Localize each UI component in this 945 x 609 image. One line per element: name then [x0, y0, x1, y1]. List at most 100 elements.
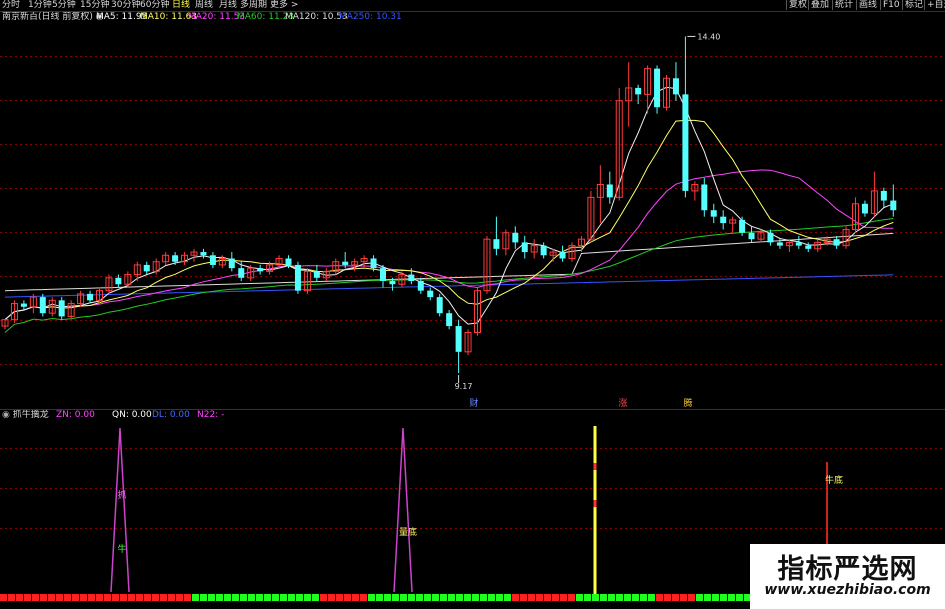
signal-block — [448, 594, 455, 601]
toolbar-button-2[interactable]: 统计 — [832, 0, 855, 10]
ma120-line — [4, 232, 894, 292]
candle-body — [805, 245, 812, 249]
signal-block — [592, 594, 599, 601]
candle-body — [436, 297, 443, 314]
signal-block — [488, 594, 495, 601]
signal-block — [240, 594, 247, 601]
toolbar-button-4[interactable]: F10 — [880, 0, 902, 10]
candle-body — [861, 203, 868, 214]
signal-block — [56, 594, 63, 601]
toolbar-button-5[interactable]: 标记 — [902, 0, 925, 10]
signal-block — [608, 594, 615, 601]
signal-block — [96, 594, 103, 601]
signal-block — [600, 594, 607, 601]
signal-block — [360, 594, 367, 601]
candle-body — [238, 268, 245, 278]
signal-block — [64, 594, 71, 601]
signal-block — [512, 594, 519, 601]
candlestick-chart[interactable]: 14.40 9.17 财 涨 腾抓牛 量底 牛底 — [0, 0, 945, 609]
signal-block — [176, 594, 183, 601]
sub-annotation-2: 量底 — [399, 526, 417, 538]
toolbar-button-6[interactable]: +自选 — [924, 0, 945, 10]
candle-body — [739, 219, 746, 233]
signal-block — [88, 594, 95, 601]
signal-block — [432, 594, 439, 601]
low-label: 9.17 — [455, 382, 473, 391]
candle-body — [172, 255, 179, 262]
signal-block — [8, 594, 15, 601]
candle-body — [540, 245, 547, 256]
high-label: 14.40 — [697, 32, 720, 41]
signal-block — [544, 594, 551, 601]
signal-block — [624, 594, 631, 601]
signal-block — [400, 594, 407, 601]
signal-block — [384, 594, 391, 601]
candle-body — [380, 268, 386, 282]
sub-annotation-3: 牛底 — [825, 474, 843, 486]
candle-body — [446, 313, 453, 327]
signal-block — [464, 594, 471, 601]
signal-block — [144, 594, 151, 601]
signal-block — [328, 594, 335, 601]
signal-block — [288, 594, 295, 601]
watermark: 指标严选网 www.xuezhibiao.com — [750, 544, 945, 609]
signal-block — [152, 594, 159, 601]
candle-body — [795, 242, 802, 246]
signal-block — [720, 594, 727, 601]
signal-block — [48, 594, 55, 601]
signal-block — [736, 594, 743, 601]
signal-block — [664, 594, 671, 601]
signal-block — [200, 594, 207, 601]
candle-body — [200, 252, 207, 256]
signal-block — [584, 594, 591, 601]
signal-block — [456, 594, 463, 601]
candle-body — [720, 216, 727, 224]
signal-block — [312, 594, 319, 601]
signal-block — [408, 594, 415, 601]
signal-block — [496, 594, 503, 601]
signal-block — [696, 594, 703, 601]
candle-body — [228, 258, 235, 269]
candle-body — [370, 258, 377, 269]
ma20-line — [4, 169, 894, 320]
candle-body — [833, 239, 840, 246]
candle-body — [285, 258, 292, 265]
toolbar-button-1[interactable]: 叠加 — [808, 0, 831, 10]
signal-block — [40, 594, 47, 601]
signal-block — [272, 594, 279, 601]
signal-block — [632, 594, 639, 601]
signal-block — [680, 594, 687, 601]
candle-body — [512, 232, 519, 243]
candle-body — [257, 268, 264, 272]
signal-block — [184, 594, 191, 601]
candle-body — [559, 252, 566, 259]
signal-block — [648, 594, 655, 601]
toolbar-button-0[interactable]: 复权 — [786, 0, 809, 10]
signal-block — [344, 594, 351, 601]
candle-body — [408, 274, 415, 282]
signal-block — [480, 594, 487, 601]
candle-body — [427, 290, 434, 298]
candle-body — [880, 190, 887, 201]
signal-block — [504, 594, 511, 601]
signal-block — [248, 594, 255, 601]
signal-block — [472, 594, 479, 601]
signal-block — [232, 594, 239, 601]
signal-block — [536, 594, 543, 601]
signal-block — [120, 594, 127, 601]
toolbar-button-3[interactable]: 画线 — [856, 0, 879, 10]
signal-block — [368, 594, 375, 601]
signal-block — [336, 594, 343, 601]
signal-spike-1 — [393, 427, 413, 593]
event-marker-0: 财 — [469, 397, 478, 409]
signal-block — [128, 594, 135, 601]
signal-block — [576, 594, 583, 601]
signal-block — [440, 594, 447, 601]
candle-body — [115, 277, 122, 285]
signal-block — [552, 594, 559, 601]
candle-body — [635, 87, 642, 95]
candle-body — [455, 326, 462, 352]
signal-block — [704, 594, 711, 601]
signal-block — [296, 594, 303, 601]
signal-block — [256, 594, 263, 601]
